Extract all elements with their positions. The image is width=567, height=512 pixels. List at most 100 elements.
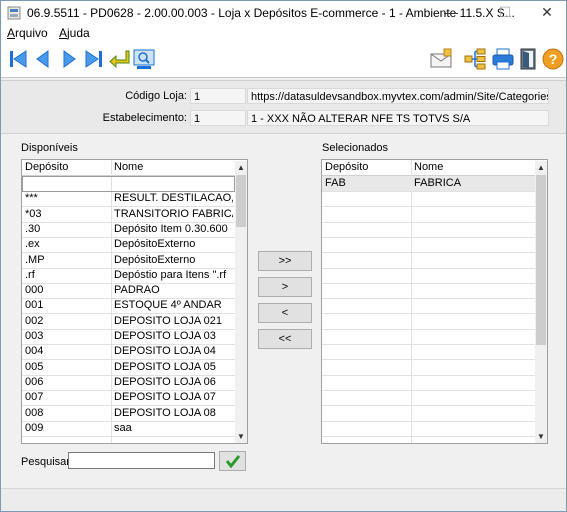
table-row[interactable]: [322, 375, 535, 391]
remove-button[interactable]: <: [258, 303, 312, 323]
menu-ajuda-label: juda: [67, 26, 90, 40]
table-row[interactable]: *** RESULT. DESTILACAO,: [22, 191, 235, 208]
table-row[interactable]: [322, 329, 535, 345]
cell-deposito: .30: [25, 222, 41, 235]
estabelecimento-desc-field: 1 - XXX NÃO ALTERAR NFE TS TOTVS S/A: [247, 110, 549, 126]
add-button[interactable]: >: [258, 277, 312, 297]
status-bar: [1, 488, 566, 511]
scroll-up-arrow[interactable]: ▲: [235, 161, 247, 174]
search-confirm-button[interactable]: [219, 451, 246, 471]
cell-deposito: 001: [25, 299, 44, 312]
help-icon[interactable]: ?: [541, 47, 565, 71]
menu-arquivo-label: rquivo: [15, 26, 48, 40]
col-nome-header[interactable]: Nome: [114, 161, 143, 173]
col-deposito-header[interactable]: Depósito: [25, 161, 68, 173]
table-row[interactable]: .ex DepósitoExterno: [22, 237, 235, 254]
table-row[interactable]: [322, 360, 535, 376]
checkmark-icon: [225, 455, 240, 469]
cell-nome: DepósitoExterno: [114, 238, 196, 251]
codigo-loja-field[interactable]: 1: [190, 88, 246, 104]
table-row[interactable]: *03 TRANSITORIO FABRICA: [22, 207, 235, 223]
table-row[interactable]: 009 saa: [22, 421, 235, 437]
email-icon[interactable]: [429, 47, 453, 71]
table-row[interactable]: 005 DEPOSITO LOJA 05: [22, 360, 235, 376]
title-bar: 06.9.5511 - PD0628 - 2.00.00.003 - Loja …: [1, 1, 566, 25]
application-window: 06.9.5511 - PD0628 - 2.00.00.003 - Loja …: [0, 0, 567, 512]
maximize-button[interactable]: ☐: [489, 1, 521, 25]
close-button[interactable]: ✕: [531, 1, 563, 25]
table-row[interactable]: [322, 222, 535, 238]
table-row[interactable]: 001 ESTOQUE 4º ANDAR: [22, 298, 235, 315]
table-row[interactable]: 007 DEPOSITO LOJA 07: [22, 390, 235, 407]
table-row[interactable]: 008 DEPOSITO LOJA 08: [22, 406, 235, 422]
selecionados-label: Selecionados: [322, 142, 389, 154]
table-row[interactable]: 006 DEPOSITO LOJA 06: [22, 375, 235, 391]
add-all-button[interactable]: >>: [258, 251, 312, 271]
disponiveis-label: Disponíveis: [21, 142, 78, 154]
menu-bar: Arquivo Ajuda: [1, 25, 566, 42]
scroll-down-arrow[interactable]: ▼: [235, 430, 247, 443]
cell-nome: DEPOSITO LOJA 07: [114, 391, 216, 404]
table-row[interactable]: [322, 314, 535, 330]
menu-ajuda[interactable]: Ajuda: [59, 26, 90, 40]
cell-nome: ESTOQUE 4º ANDAR: [114, 299, 222, 312]
scroll-up-arrow[interactable]: ▲: [535, 161, 547, 174]
cell-nome: RESULT. DESTILACAO,: [114, 192, 233, 205]
table-row[interactable]: 002 DEPOSITO LOJA 021: [22, 314, 235, 330]
estabelecimento-field[interactable]: 1: [190, 110, 246, 126]
return-icon[interactable]: [107, 47, 131, 71]
disponiveis-grid[interactable]: Depósito Nome *** RESULT. DESTILACAO, *03 T…: [21, 159, 248, 444]
cell-deposito: 007: [25, 391, 44, 404]
cell-deposito: 000: [25, 284, 44, 297]
scroll-thumb[interactable]: [536, 175, 546, 345]
svg-text:?: ?: [549, 51, 558, 67]
table-row[interactable]: .rf Depóstio para Itens ".rf: [22, 268, 235, 284]
scroll-thumb[interactable]: [236, 175, 246, 227]
scroll-down-arrow[interactable]: ▼: [535, 430, 547, 443]
disponiveis-header: Depósito Nome: [22, 160, 235, 176]
table-row[interactable]: .30 Depósito Item 0.30.600: [22, 222, 235, 238]
hierarchy-icon[interactable]: [463, 47, 487, 71]
selecionados-scrollbar[interactable]: ▲ ▼: [535, 161, 547, 443]
table-row[interactable]: FAB FABRICA: [322, 176, 535, 192]
table-row[interactable]: 003 DEPOSITO LOJA 03: [22, 329, 235, 345]
selecionados-grid[interactable]: Depósito Nome FAB FABRICA ▲ ▼: [321, 159, 548, 444]
table-row[interactable]: [322, 253, 535, 269]
app-icon: [7, 6, 21, 20]
previous-record-icon[interactable]: [31, 47, 55, 71]
toolbar: ?: [1, 42, 566, 78]
menu-arquivo[interactable]: Arquivo: [7, 26, 48, 40]
cell-nome: DEPOSITO LOJA 021: [114, 314, 223, 327]
table-row[interactable]: [322, 283, 535, 300]
table-row[interactable]: [322, 237, 535, 254]
table-row[interactable]: [22, 176, 235, 192]
table-row[interactable]: .MP DepósitoExterno: [22, 253, 235, 269]
header-panel: Código Loja: 1 https://datasuldevsandbox…: [1, 80, 566, 134]
exit-icon[interactable]: [516, 47, 540, 71]
last-record-icon[interactable]: [81, 47, 105, 71]
minimize-button[interactable]: —: [435, 1, 467, 25]
table-row[interactable]: [322, 207, 535, 223]
table-row[interactable]: [322, 390, 535, 407]
col-nome-header[interactable]: Nome: [414, 161, 443, 173]
table-row[interactable]: [322, 191, 535, 208]
table-row[interactable]: 004 DEPOSITO LOJA 04: [22, 344, 235, 361]
table-row[interactable]: [322, 406, 535, 422]
cell-deposito: 004: [25, 345, 44, 358]
cell-nome: DEPOSITO LOJA 05: [114, 360, 216, 373]
zoom-icon[interactable]: [132, 47, 156, 71]
table-row[interactable]: 000 PADRAO: [22, 283, 235, 300]
table-row[interactable]: [322, 268, 535, 284]
search-input[interactable]: [68, 452, 215, 469]
cell-deposito: .ex: [25, 238, 40, 251]
table-row[interactable]: [322, 298, 535, 315]
remove-all-button[interactable]: <<: [258, 329, 312, 349]
table-row[interactable]: [322, 344, 535, 361]
next-record-icon[interactable]: [57, 47, 81, 71]
print-icon[interactable]: [491, 47, 515, 71]
table-row[interactable]: [322, 421, 535, 437]
col-deposito-header[interactable]: Depósito: [325, 161, 368, 173]
disponiveis-scrollbar[interactable]: ▲ ▼: [235, 161, 247, 443]
cell-nome: saa: [114, 421, 132, 434]
first-record-icon[interactable]: [7, 47, 31, 71]
